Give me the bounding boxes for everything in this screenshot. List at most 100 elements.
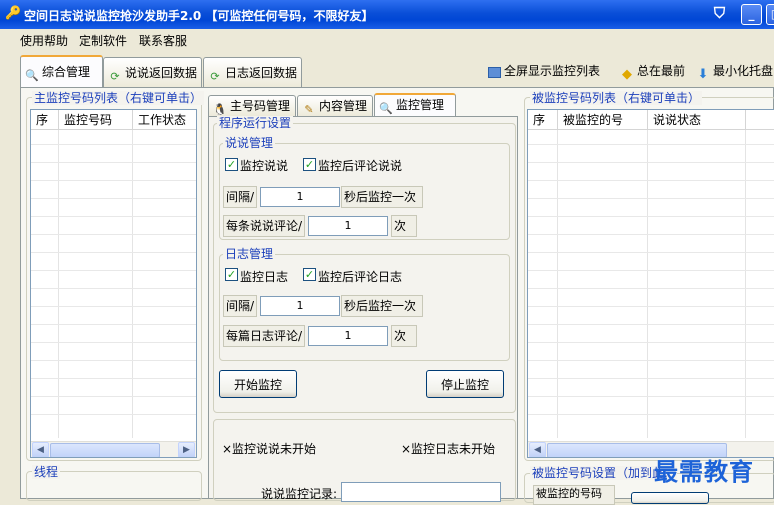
per-comment-suffix: 次	[391, 325, 417, 347]
column-header[interactable]: 监控号码	[59, 110, 133, 130]
shuoshuo-interval-input[interactable]: 1	[260, 187, 340, 207]
monitor-shuoshuo-checkbox[interactable]: ✓	[225, 158, 238, 171]
scroll-right-button[interactable]: ▶	[178, 442, 195, 457]
add-number-button[interactable]	[631, 492, 709, 504]
minimize-button[interactable]: _	[741, 4, 762, 25]
scroll-thumb[interactable]	[50, 443, 160, 457]
row-line	[528, 306, 774, 307]
row-line	[31, 324, 196, 325]
row-line	[528, 162, 774, 163]
tab-main-manage[interactable]: 🔍 综合管理	[20, 55, 103, 88]
grid-column	[528, 130, 558, 438]
main-number-list[interactable]: 序 监控号码 工作状态 ◀ ▶	[30, 109, 197, 458]
grid-column	[59, 130, 133, 438]
row-line	[528, 414, 774, 415]
row-line	[528, 216, 774, 217]
monitor-icon	[488, 67, 501, 78]
fullscreen-list-button[interactable]: 全屏显示监控列表	[488, 62, 600, 79]
stop-monitor-button[interactable]: 停止监控	[426, 370, 504, 398]
monitor-rizhi-checkbox[interactable]: ✓	[225, 268, 238, 281]
pin-icon: ◆	[622, 67, 632, 82]
title-bar[interactable]: 🔑 空间日志说说监控抢沙发助手2.0 【可监控任何号码，不限好友】 ⛉ _ □	[0, 0, 774, 29]
menu-contact[interactable]: 联系客服	[139, 32, 187, 49]
column-header[interactable]	[746, 110, 774, 130]
row-line	[31, 162, 196, 163]
shuoshuo-per-comment-input[interactable]: 1	[308, 216, 388, 236]
row-line	[31, 378, 196, 379]
menu-custom[interactable]: 定制软件	[79, 32, 127, 49]
scroll-left-button[interactable]: ◀	[529, 442, 546, 457]
column-header[interactable]: 序	[528, 110, 558, 130]
row-line	[528, 144, 774, 145]
rizhi-title: 日志管理	[223, 247, 276, 261]
comment-rizhi-checkbox[interactable]: ✓	[303, 268, 316, 281]
row-line	[31, 144, 196, 145]
column-header[interactable]: 序	[31, 110, 59, 130]
row-line	[528, 234, 774, 235]
per-comment-label: 每条说说评论/	[223, 215, 305, 237]
monitored-number-label: 被监控的号码	[533, 485, 615, 505]
grid-column	[31, 130, 59, 438]
shuoshuo-title: 说说管理	[223, 136, 276, 150]
row-line	[31, 180, 196, 181]
tab-monitor-manage[interactable]: 🔍 监控管理	[374, 93, 456, 117]
comment-shuoshuo-label: 监控后评论说说	[318, 159, 403, 173]
row-line	[31, 360, 196, 361]
row-line	[528, 252, 774, 253]
row-line	[31, 216, 196, 217]
start-monitor-button[interactable]: 开始监控	[219, 370, 297, 398]
search-icon: 🔍	[379, 102, 393, 115]
pencil-icon: ✎	[304, 103, 314, 116]
minimize-tray-button[interactable]: ⬇ 最小化托盘	[696, 62, 773, 82]
interval-suffix: 秒后监控一次	[341, 295, 423, 317]
window-title: 空间日志说说监控抢沙发助手2.0 【可监控任何号码，不限好友】	[24, 9, 374, 23]
thread-label: 线程	[32, 465, 61, 479]
column-header[interactable]: 说说状态	[648, 110, 746, 130]
always-on-top-button[interactable]: ◆ 总在最前	[620, 62, 685, 82]
row-line	[528, 198, 774, 199]
watermark: 最需教育	[654, 457, 754, 486]
monitor-rizhi-label: 监控日志	[240, 270, 289, 284]
refresh-icon: ⟳	[110, 70, 120, 83]
row-line	[31, 252, 196, 253]
row-line	[31, 342, 196, 343]
row-line	[31, 234, 196, 235]
row-line	[528, 360, 774, 361]
tab-number-manage[interactable]: 🐧 主号码管理	[208, 95, 296, 117]
shuoshuo-status: ×监控说说未开始	[222, 442, 317, 456]
horizontal-scrollbar[interactable]: ◀ ▶	[31, 441, 196, 457]
per-comment-label: 每篇日志评论/	[223, 325, 305, 347]
row-line	[31, 306, 196, 307]
rizhi-status: ×监控日志未开始	[401, 442, 496, 456]
menu-help[interactable]: 使用帮助	[20, 32, 68, 49]
per-comment-suffix: 次	[391, 215, 417, 237]
maximize-button[interactable]: □	[766, 4, 774, 25]
row-line	[528, 180, 774, 181]
interval-label: 间隔/	[223, 295, 257, 317]
comment-shuoshuo-checkbox[interactable]: ✓	[303, 158, 316, 171]
rizhi-per-comment-input[interactable]: 1	[308, 326, 388, 346]
row-line	[528, 324, 774, 325]
scroll-left-button[interactable]: ◀	[32, 442, 49, 457]
menu-bar: 使用帮助 定制软件 联系客服	[0, 29, 774, 49]
tab-rizhi-data[interactable]: ⟳ 日志返回数据	[203, 57, 302, 88]
arrow-down-icon: ⬇	[697, 67, 709, 82]
column-header[interactable]: 工作状态	[133, 110, 196, 130]
monitored-number-list[interactable]: 序 被监控的号 说说状态 ◀	[527, 109, 774, 458]
column-header[interactable]: 被监控的号	[558, 110, 648, 130]
grid-column	[558, 130, 648, 438]
shield-icon[interactable]: ⛉	[709, 4, 730, 25]
tab-shuoshuo-data[interactable]: ⟳ 说说返回数据	[103, 57, 202, 88]
row-line	[31, 270, 196, 271]
row-line	[31, 198, 196, 199]
row-line	[528, 378, 774, 379]
left-list-title: 主监控号码列表（右键可单击）	[32, 91, 205, 105]
tab-content-manage[interactable]: ✎ 内容管理	[297, 95, 373, 117]
rizhi-interval-input[interactable]: 1	[260, 296, 340, 316]
interval-suffix: 秒后监控一次	[341, 186, 423, 208]
record-field[interactable]	[341, 482, 501, 502]
row-line	[31, 288, 196, 289]
refresh-icon: ⟳	[210, 70, 220, 83]
row-line	[31, 414, 196, 415]
search-icon: 🔍	[25, 69, 39, 82]
